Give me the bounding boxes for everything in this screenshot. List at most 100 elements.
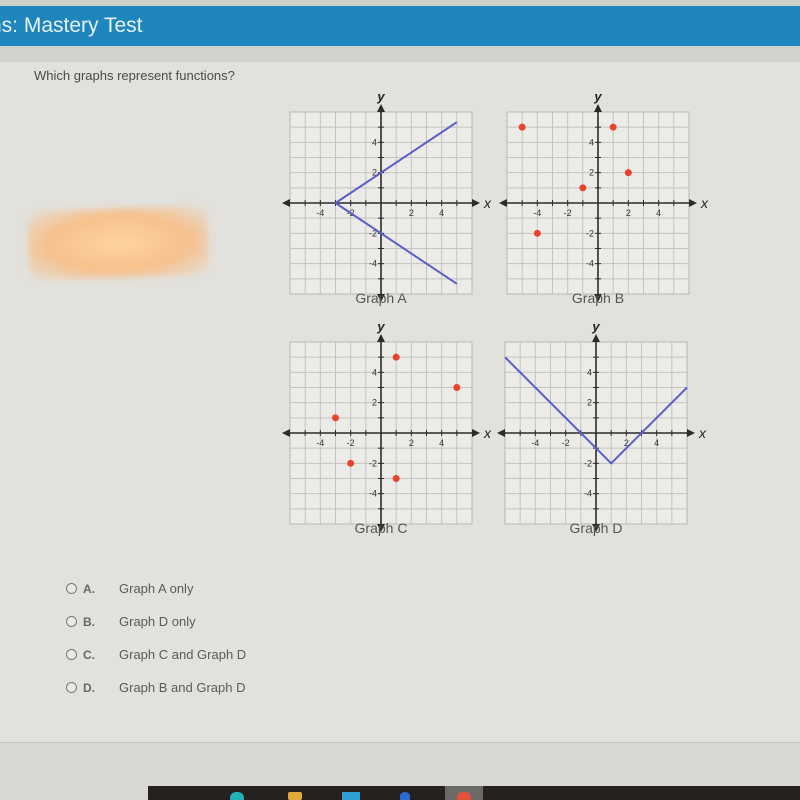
option-d[interactable]: D. Graph B and Graph D xyxy=(66,671,246,704)
radio-button[interactable] xyxy=(66,649,77,660)
data-point xyxy=(579,184,587,192)
screen-glare xyxy=(26,204,210,282)
taskbar xyxy=(148,786,800,800)
x-axis-label: x xyxy=(483,425,492,441)
x-tick-label: -2 xyxy=(347,438,355,448)
y-tick-label: -4 xyxy=(586,259,594,269)
graph-plot: -4 -2 2 4 4 2 -2 -4 x y xyxy=(499,89,709,302)
data-point xyxy=(518,123,526,131)
graph-d: -4 -2 2 4 4 2 -2 -4 x y Graph D xyxy=(497,319,707,536)
graph-title: Graph A xyxy=(355,290,407,306)
data-point xyxy=(453,384,461,391)
y-tick-label: 2 xyxy=(589,168,594,178)
x-axis-label: x xyxy=(483,195,492,211)
x-axis-arrow-left xyxy=(282,429,290,437)
y-axis-label: y xyxy=(593,89,602,104)
graph-title: Graph B xyxy=(571,290,625,306)
data-point xyxy=(609,123,617,131)
x-axis-arrow-right xyxy=(472,429,480,437)
x-tick-label: -4 xyxy=(316,438,324,448)
y-axis-arrow-up xyxy=(594,104,602,112)
y-tick-label: -2 xyxy=(584,458,592,468)
x-axis-label: x xyxy=(698,425,707,441)
question-panel: Which graphs represent functions? -4 -2 2 4… xyxy=(0,62,800,742)
graph-c: -4 -2 2 4 4 2 -2 -4 x y Graph C xyxy=(282,319,492,536)
store-icon[interactable] xyxy=(342,792,360,800)
data-point xyxy=(533,229,541,237)
y-tick-label: 4 xyxy=(589,137,594,147)
data-point xyxy=(332,414,339,422)
option-b[interactable]: B. Graph D only xyxy=(66,605,246,638)
data-point xyxy=(392,353,400,361)
y-axis-label: y xyxy=(376,89,385,104)
y-tick-label: -2 xyxy=(586,228,594,238)
blue-app-icon[interactable] xyxy=(400,792,410,800)
y-tick-label: 4 xyxy=(587,367,592,377)
radio-button[interactable] xyxy=(66,682,77,693)
option-c[interactable]: C. Graph C and Graph D xyxy=(66,638,246,671)
y-axis-arrow-up xyxy=(377,334,385,342)
title-bar: ns: Mastery Test xyxy=(0,6,800,46)
x-axis-arrow-right xyxy=(687,429,695,437)
folder-icon[interactable] xyxy=(288,792,302,800)
x-tick-label: -4 xyxy=(316,208,324,218)
question-text: Which graphs represent functions? xyxy=(34,68,235,83)
y-axis-label: y xyxy=(376,319,385,334)
y-tick-label: 2 xyxy=(372,398,377,408)
graph-plot: -4 -2 2 442-2-4xy xyxy=(282,89,492,302)
y-axis-label: y xyxy=(591,319,600,334)
radio-button[interactable] xyxy=(66,616,77,627)
x-tick-label: 2 xyxy=(409,438,414,448)
x-axis-arrow-right xyxy=(472,199,480,207)
option-letter: D. xyxy=(83,680,95,695)
y-axis-arrow-up xyxy=(592,334,600,342)
option-label: Graph C and Graph D xyxy=(119,647,247,662)
y-tick-label: -4 xyxy=(584,489,592,499)
option-label: Graph A only xyxy=(119,581,194,596)
y-tick-label: 4 xyxy=(372,137,377,147)
x-axis-arrow-right xyxy=(689,199,697,207)
y-tick-label: 2 xyxy=(587,398,592,408)
data-point xyxy=(347,459,355,467)
graph-a: -4 -2 2 4 4 2 -2 -4 x y Graph A xyxy=(282,89,492,306)
data-point xyxy=(624,169,632,177)
y-tick-label: 4 xyxy=(372,367,377,377)
option-a[interactable]: A. Graph A only xyxy=(66,572,246,605)
x-tick-label: 4 xyxy=(656,208,661,218)
x-tick-label: 2 xyxy=(626,208,631,218)
page-title: ns: Mastery Test xyxy=(0,14,143,37)
option-label: Graph D only xyxy=(119,614,196,629)
x-tick-label: 4 xyxy=(439,208,444,218)
option-letter: B. xyxy=(83,614,95,629)
y-tick-label: -2 xyxy=(369,458,377,468)
x-axis-arrow-left xyxy=(497,429,505,437)
option-label: Graph B and Graph D xyxy=(119,680,246,695)
graph-title: Graph C xyxy=(354,520,408,536)
x-axis-arrow-left xyxy=(499,199,507,207)
graph-b: -4 -2 2 4 4 2 -2 -4 x y Graph B xyxy=(499,89,709,306)
radio-button[interactable] xyxy=(66,583,77,594)
option-letter: C. xyxy=(83,647,95,662)
red-app-icon[interactable] xyxy=(457,792,471,800)
x-tick-label: -2 xyxy=(562,438,570,448)
option-letter: A. xyxy=(83,581,95,596)
data-point xyxy=(392,475,400,482)
graph-plot: -4 -2 2 4 4 2 -2 -4 x y xyxy=(282,319,492,532)
x-tick-label: -4 xyxy=(533,208,541,218)
page-footer xyxy=(0,742,800,767)
y-tick-label: -4 xyxy=(369,259,377,269)
x-tick-label: 2 xyxy=(409,208,414,218)
graph-plot: -4 -2 2 442-2-4xy xyxy=(497,319,707,532)
x-tick-label: 4 xyxy=(439,438,444,448)
teal-app-icon[interactable] xyxy=(230,792,244,800)
y-axis-arrow-up xyxy=(377,104,385,112)
x-axis-arrow-left xyxy=(282,199,290,207)
answer-options: A. Graph A only B. Graph D only C. Graph… xyxy=(66,572,246,704)
sub-header-bar xyxy=(0,46,800,63)
x-axis-label: x xyxy=(700,195,709,211)
x-tick-label: 4 xyxy=(654,438,659,448)
x-tick-label: -2 xyxy=(564,208,572,218)
graph-title: Graph D xyxy=(569,520,623,536)
x-tick-label: -4 xyxy=(531,438,539,448)
y-tick-label: -4 xyxy=(369,489,377,499)
